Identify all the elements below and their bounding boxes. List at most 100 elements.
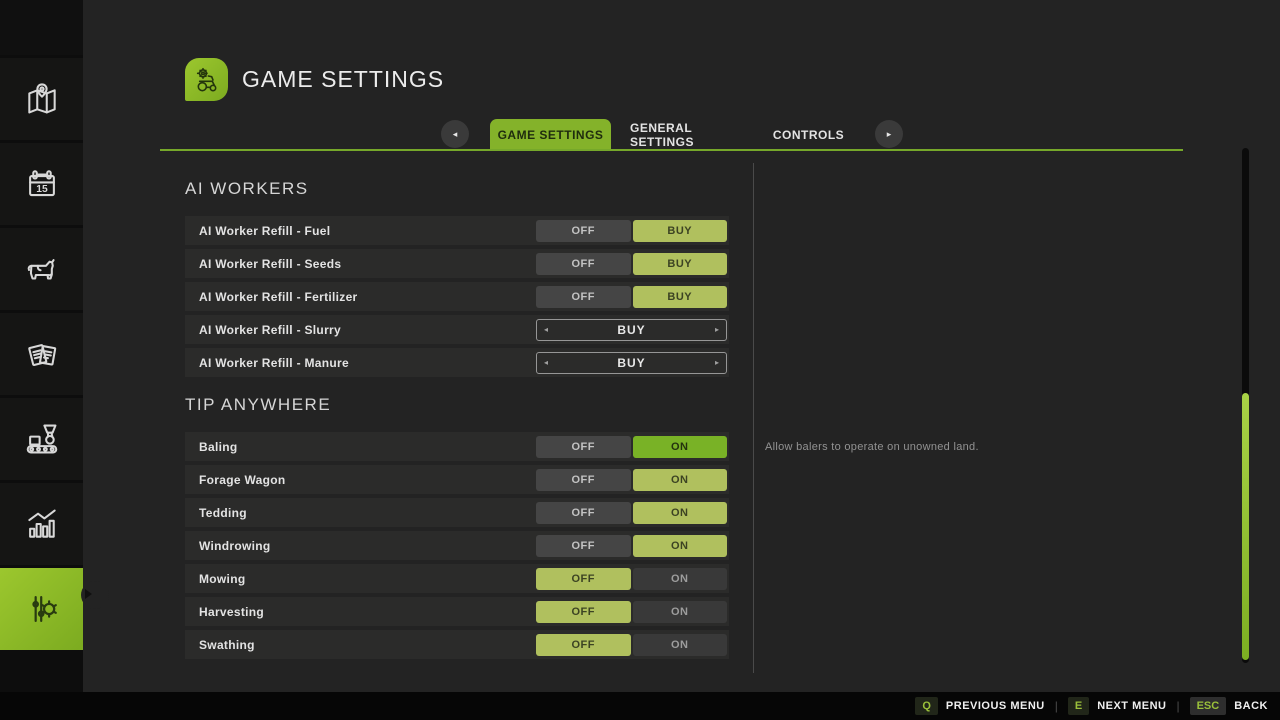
toggle-option-off[interactable]: OFF	[536, 253, 631, 275]
svg-text:15: 15	[36, 184, 48, 195]
scrollbar-thumb[interactable]	[1242, 393, 1249, 660]
setting-label: Mowing	[199, 572, 536, 586]
toggle-option-buy[interactable]: BUY	[633, 286, 728, 308]
hint-label: PREVIOUS MENU	[946, 700, 1045, 712]
key-q: Q	[915, 697, 938, 715]
toggle-option-off[interactable]: OFF	[536, 436, 631, 458]
toggle-baling: OFF ON	[536, 436, 727, 458]
stepper-ai-refill-slurry: ◂ BUY ▸	[536, 319, 727, 341]
toggle-tedding: OFF ON	[536, 502, 727, 524]
setting-row-harvesting: Harvesting OFF ON	[185, 597, 729, 626]
toggle-option-off[interactable]: OFF	[536, 601, 631, 623]
setting-row-baling: Baling OFF ON	[185, 432, 729, 461]
sidebar-item-animals[interactable]	[0, 228, 83, 310]
tab-general-settings[interactable]: GENERAL SETTINGS	[630, 119, 744, 150]
toggle-option-off[interactable]: OFF	[536, 535, 631, 557]
toggle-option-off[interactable]: OFF	[536, 568, 631, 590]
page-title: GAME SETTINGS	[242, 66, 444, 93]
setting-row-windrowing: Windrowing OFF ON	[185, 531, 729, 560]
animals-icon	[23, 250, 61, 288]
tabs-prev-arrow-icon[interactable]: ◂	[441, 120, 469, 148]
scrollbar-track[interactable]	[1242, 148, 1249, 663]
sidebar-top-spacer	[0, 0, 83, 55]
sidebar-active-arrow-icon	[85, 589, 92, 599]
settings-list: AI WORKERS AI Worker Refill - Fuel OFF B…	[185, 170, 729, 663]
setting-label: AI Worker Refill - Seeds	[199, 257, 536, 271]
stepper-prev-arrow-icon[interactable]: ◂	[544, 358, 548, 367]
toggle-option-buy[interactable]: BUY	[633, 220, 728, 242]
toggle-harvesting: OFF ON	[536, 601, 727, 623]
hint-back[interactable]: ESC BACK	[1190, 697, 1268, 715]
toggle-forage-wagon: OFF ON	[536, 469, 727, 491]
setting-row-tedding: Tedding OFF ON	[185, 498, 729, 527]
setting-label: AI Worker Refill - Slurry	[199, 323, 536, 337]
setting-label: Tedding	[199, 506, 536, 520]
tab-underline	[160, 149, 1183, 151]
toggle-option-off[interactable]: OFF	[536, 634, 631, 656]
hint-separator: |	[1055, 699, 1058, 713]
toggle-option-on[interactable]: ON	[633, 502, 728, 524]
setting-label: AI Worker Refill - Fuel	[199, 224, 536, 238]
stepper-next-arrow-icon[interactable]: ▸	[715, 358, 719, 367]
toggle-option-off[interactable]: OFF	[536, 286, 631, 308]
setting-description: Allow balers to operate on unowned land.	[765, 441, 1185, 453]
tab-game-settings[interactable]: GAME SETTINGS	[490, 119, 611, 150]
toggle-option-on[interactable]: ON	[633, 634, 728, 656]
map-icon	[23, 80, 61, 118]
toggle-option-on[interactable]: ON	[633, 469, 728, 491]
toggle-windrowing: OFF ON	[536, 535, 727, 557]
toggle-option-on[interactable]: ON	[633, 436, 728, 458]
toggle-mowing: OFF ON	[536, 568, 727, 590]
toggle-option-off[interactable]: OFF	[536, 220, 631, 242]
setting-row-swathing: Swathing OFF ON	[185, 630, 729, 659]
key-esc: ESC	[1190, 697, 1227, 715]
content-divider	[753, 163, 754, 673]
tabs-next-arrow-icon[interactable]: ▸	[875, 120, 903, 148]
setting-label: Forage Wagon	[199, 473, 536, 487]
hint-previous-menu[interactable]: Q PREVIOUS MENU	[915, 697, 1044, 715]
stepper-prev-arrow-icon[interactable]: ◂	[544, 325, 548, 334]
hint-separator: |	[1176, 699, 1179, 713]
setting-label: AI Worker Refill - Manure	[199, 356, 536, 370]
toggle-option-on[interactable]: ON	[633, 568, 728, 590]
toggle-option-off[interactable]: OFF	[536, 502, 631, 524]
setting-row-ai-refill-fuel: AI Worker Refill - Fuel OFF BUY	[185, 216, 729, 245]
sidebar-item-statistics[interactable]	[0, 483, 83, 565]
setting-label: AI Worker Refill - Fertilizer	[199, 290, 536, 304]
setting-row-mowing: Mowing OFF ON	[185, 564, 729, 593]
sidebar-item-map[interactable]	[0, 58, 83, 140]
toggle-option-on[interactable]: ON	[633, 601, 728, 623]
setting-label: Harvesting	[199, 605, 536, 619]
stepper-value: BUY	[617, 356, 645, 370]
sidebar-item-game-settings[interactable]	[0, 568, 83, 650]
key-e: E	[1068, 697, 1089, 715]
calendar-icon: 15	[23, 165, 61, 203]
setting-row-ai-refill-seeds: AI Worker Refill - Seeds OFF BUY	[185, 249, 729, 278]
contracts-icon	[23, 335, 61, 373]
sidebar-item-production[interactable]	[0, 398, 83, 480]
sidebar-item-calendar[interactable]: 15	[0, 143, 83, 225]
setting-label: Baling	[199, 440, 536, 454]
setting-row-forage-wagon: Forage Wagon OFF ON	[185, 465, 729, 494]
toggle-option-on[interactable]: ON	[633, 535, 728, 557]
setting-row-ai-refill-fertilizer: AI Worker Refill - Fertilizer OFF BUY	[185, 282, 729, 311]
sidebar-item-contracts[interactable]	[0, 313, 83, 395]
gear-tractor-icon	[191, 64, 223, 96]
footer-hint-bar: Q PREVIOUS MENU | E NEXT MENU | ESC BACK	[0, 692, 1280, 720]
stepper-value: BUY	[617, 323, 645, 337]
hint-label: BACK	[1234, 700, 1268, 712]
statistics-icon	[23, 505, 61, 543]
settings-icon	[23, 590, 61, 628]
tab-controls[interactable]: CONTROLS	[776, 119, 841, 150]
section-title-tip-anywhere: TIP ANYWHERE	[185, 394, 729, 416]
section-title-ai-workers: AI WORKERS	[185, 178, 729, 200]
toggle-option-buy[interactable]: BUY	[633, 253, 728, 275]
toggle-swathing: OFF ON	[536, 634, 727, 656]
setting-row-ai-refill-slurry: AI Worker Refill - Slurry ◂ BUY ▸	[185, 315, 729, 344]
hint-next-menu[interactable]: E NEXT MENU	[1068, 697, 1167, 715]
hint-label: NEXT MENU	[1097, 700, 1166, 712]
toggle-ai-refill-fuel: OFF BUY	[536, 220, 727, 242]
toggle-option-off[interactable]: OFF	[536, 469, 631, 491]
toggle-ai-refill-fertilizer: OFF BUY	[536, 286, 727, 308]
stepper-next-arrow-icon[interactable]: ▸	[715, 325, 719, 334]
